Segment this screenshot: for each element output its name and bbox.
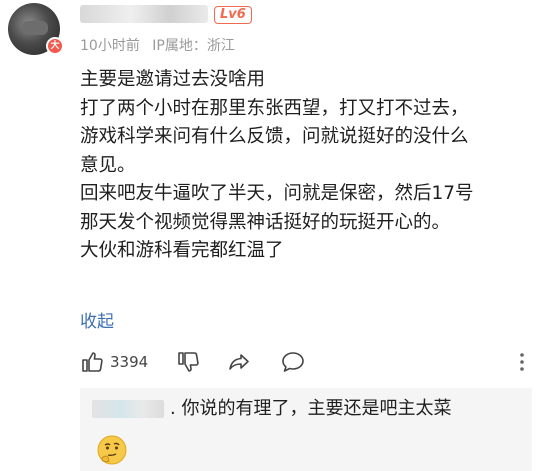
reply-text: . 你说的有理了，主要还是吧主太菜 <box>170 398 452 419</box>
comment-line: 主要是邀请过去没啥用 <box>80 69 266 90</box>
comment-line: 回来吧友牛逼吹了半天，问就是保密，然后17号 <box>80 183 474 204</box>
more-options-button[interactable] <box>512 348 532 376</box>
avatar-badge: 大 <box>46 37 64 55</box>
comment-bubble-icon <box>282 352 304 372</box>
collapse-link[interactable]: 收起 <box>80 307 114 332</box>
dislike-button[interactable] <box>176 348 200 376</box>
action-bar: 3394 <box>80 348 530 376</box>
ip-location: IP属地：浙江 <box>152 38 235 54</box>
user-avatar[interactable]: 大 <box>8 3 64 57</box>
post-meta: 10小时前 IP属地：浙江 <box>80 35 243 55</box>
thumbs-down-icon <box>178 352 199 372</box>
post-time: 10小时前 <box>80 38 140 54</box>
more-dots-icon <box>520 353 524 371</box>
like-button[interactable]: 3394 <box>80 348 148 376</box>
comment-line: 大伙和游科看完都红温了 <box>80 240 284 261</box>
thumbs-up-icon <box>82 352 103 372</box>
username-redacted[interactable] <box>80 5 208 23</box>
comment-line: 游戏科学来问有什么反馈，问就说挺好的没什么 <box>80 126 469 147</box>
comment-line: 打了两个小时在那里东张西望，打又打不过去， <box>80 97 469 119</box>
comment-line: 意见。 <box>80 154 136 176</box>
comment-button[interactable] <box>280 348 306 376</box>
comment-line: 那天发个视频觉得黑神话挺好的玩挺开心的。 <box>80 211 451 233</box>
thinking-face-emoji-icon <box>97 435 127 465</box>
comment-body: 主要是邀请过去没啥用 打了两个小时在那里东张西望，打又打不过去， 游戏科学来问有… <box>80 66 532 266</box>
level-badge: Lv6 <box>214 6 252 24</box>
reply-username-redacted[interactable] <box>92 400 164 418</box>
share-arrow-icon <box>229 354 249 370</box>
share-button[interactable] <box>226 348 252 376</box>
reply-preview[interactable]: . 你说的有理了，主要还是吧主太菜 <box>80 388 532 471</box>
like-count: 3394 <box>110 353 149 371</box>
